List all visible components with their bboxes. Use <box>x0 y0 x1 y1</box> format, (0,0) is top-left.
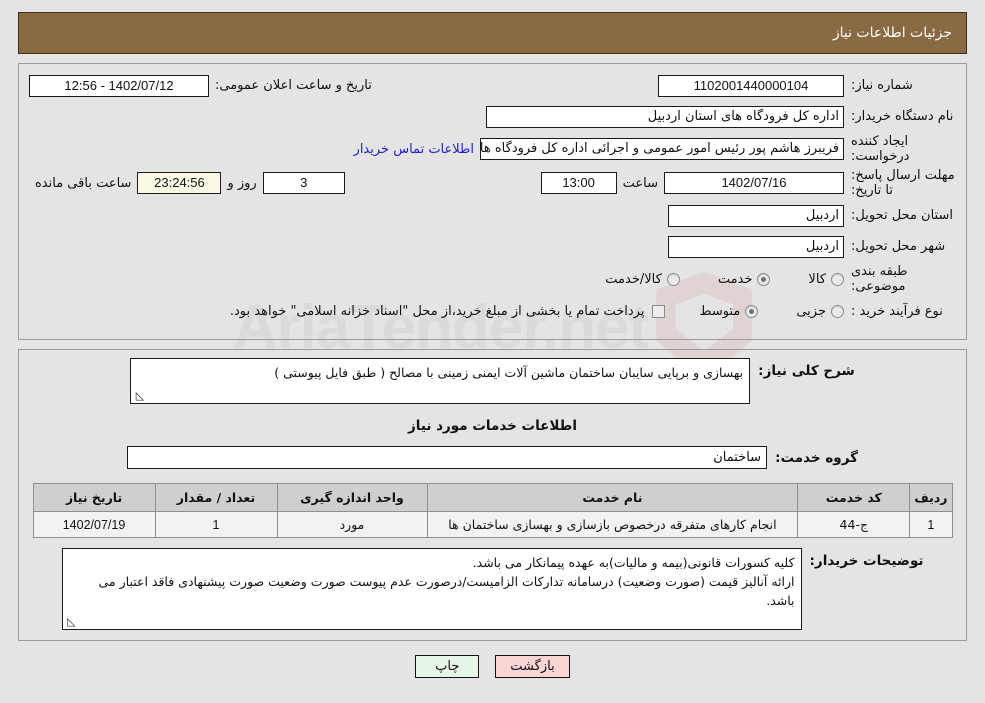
deadline-hour-label: ساعت <box>622 175 658 191</box>
process-option-motavaset[interactable]: متوسط <box>699 304 759 319</box>
resize-handle-icon[interactable]: ◺ <box>66 616 75 627</box>
row-province: استان محل تحویل: اردبیل <box>29 202 956 229</box>
row-process-type: نوع فرآیند خرید : جزیی متوسط پرداخت تمام… <box>29 298 956 325</box>
buyer-notes-line-2: ارائه آنالیز قیمت (صورت وضعیت) درسامانه … <box>98 574 795 608</box>
print-button[interactable]: چاپ <box>415 655 480 678</box>
treasury-checkbox-row[interactable]: پرداخت تمام یا بخشی از مبلغ خرید،از محل … <box>230 304 666 319</box>
buyer-notes-label: توضیحات خریدار: <box>809 553 924 569</box>
treasury-checkbox-icon[interactable] <box>652 305 666 318</box>
radio-icon[interactable] <box>666 272 680 286</box>
category-option-label: خدمت <box>717 271 753 287</box>
public-announce-value: 12:56 - 1402/07/12 <box>29 74 209 97</box>
category-radio-group: کالا خدمت کالا/خدمت <box>571 272 844 287</box>
buyer-org-label: نام دستگاه خریدار: <box>851 109 954 124</box>
col-header-date: تاریخ نیاز <box>32 483 156 512</box>
need-number-label: شماره نیاز: <box>851 78 913 93</box>
row-service-group: گروه خدمت: ساختمان <box>29 446 956 469</box>
category-option-kala-khedmat[interactable]: کالا/خدمت <box>605 272 680 287</box>
row-deadline: مهلت ارسال پاسخ: تا تاریخ: 1402/07/16 سا… <box>29 168 956 198</box>
treasury-checkbox-label: پرداخت تمام یا بخشی از مبلغ خرید،از محل … <box>229 304 645 319</box>
cell-need-date: 1402/07/19 <box>32 511 156 538</box>
back-button[interactable]: بازگشت <box>495 655 570 678</box>
col-header-quantity: تعداد / مقدار <box>154 483 278 512</box>
process-option-jozii[interactable]: جزیی <box>796 304 844 319</box>
page-header: جزئیات اطلاعات نیاز <box>18 12 967 54</box>
col-header-name: نام خدمت <box>426 483 799 512</box>
col-header-code: کد خدمت <box>797 483 911 512</box>
province-value: اردبیل <box>668 204 844 227</box>
category-option-khedmat[interactable]: خدمت <box>718 272 771 287</box>
service-group-value: ساختمان <box>127 446 768 469</box>
services-table: ردیف کد خدمت نام خدمت واحد اندازه گیری ت… <box>32 483 953 538</box>
footer-actions: بازگشت چاپ <box>0 655 985 678</box>
need-number-value: 1102001440000104 <box>658 74 844 97</box>
countdown-label: ساعت باقی مانده <box>35 175 132 191</box>
need-info-panel: شماره نیاز: 1102001440000104 تاریخ و ساع… <box>18 63 967 340</box>
col-header-radif: ردیف <box>909 483 953 512</box>
process-radio-group: جزیی متوسط <box>665 304 844 319</box>
service-group-label: گروه خدمت: <box>775 449 858 466</box>
deadline-hour-value: 13:00 <box>540 172 617 194</box>
deadline-date-value: 1402/07/16 <box>664 172 844 194</box>
countdown-timer: 23:24:56 <box>137 172 222 194</box>
row-city: شهر محل تحویل: اردبیل <box>29 233 956 260</box>
cell-radif: 1 <box>909 511 953 538</box>
category-label: طبقه بندی موضوعی: <box>851 264 908 294</box>
city-value: اردبیل <box>668 235 844 258</box>
process-type-label: نوع فرآیند خرید : <box>851 304 943 319</box>
cell-quantity: 1 <box>154 511 278 538</box>
process-option-label: جزیی <box>796 304 826 319</box>
creator-value: فریبرز هاشم پور رئیس امور عمومی و اجرائی… <box>480 138 844 160</box>
remaining-days-value: 3 <box>262 172 345 194</box>
row-buyer-org: نام دستگاه خریدار: اداره کل فرودگاه های … <box>29 103 956 130</box>
table-header-row: ردیف کد خدمت نام خدمت واحد اندازه گیری ت… <box>32 483 953 512</box>
row-general-description: شرح کلی نیاز: بهسازی و برپایی سایبان ساخ… <box>29 358 956 404</box>
cell-code: ج-44 <box>797 511 911 538</box>
general-description-textarea[interactable]: بهسازی و برپایی سایبان ساختمان ماشین آلا… <box>130 358 751 404</box>
cell-name: انجام کارهای متفرقه درخصوص بازسازی و بهس… <box>426 511 799 538</box>
general-description-value: بهسازی و برپایی سایبان ساختمان ماشین آلا… <box>274 365 744 380</box>
row-need-number: شماره نیاز: 1102001440000104 تاریخ و ساع… <box>29 72 956 99</box>
services-section-title: اطلاعات خدمات مورد نیاز <box>407 418 577 434</box>
general-description-label: شرح کلی نیاز: <box>758 363 855 379</box>
services-panel: شرح کلی نیاز: بهسازی و برپایی سایبان ساخ… <box>18 349 967 641</box>
buyer-notes-textarea[interactable]: کلیه کسورات قانونی(بیمه و مالیات)به عهده… <box>61 548 802 630</box>
row-creator: ایجاد کننده درخواست: فریبرز هاشم پور رئی… <box>29 134 956 164</box>
buyer-contact-link[interactable]: اطلاعات تماس خریدار <box>348 142 480 157</box>
category-option-label: کالا/خدمت <box>605 271 662 287</box>
public-announce-label: تاریخ و ساعت اعلان عمومی: <box>215 78 372 93</box>
radio-icon[interactable] <box>831 305 844 318</box>
process-option-label: متوسط <box>699 304 741 319</box>
deadline-label: مهلت ارسال پاسخ: تا تاریخ: <box>851 168 955 198</box>
row-buyer-notes: توضیحات خریدار: کلیه کسورات قانونی(بیمه … <box>29 548 956 630</box>
resize-handle-icon[interactable]: ◺ <box>134 390 144 401</box>
province-label: استان محل تحویل: <box>851 208 953 223</box>
radio-icon[interactable] <box>757 272 771 286</box>
col-header-unit: واحد اندازه گیری <box>276 483 428 512</box>
table-row: 1 ج-44 انجام کارهای متفرقه درخصوص بازساز… <box>32 511 953 538</box>
cell-unit: مورد <box>276 511 428 538</box>
buyer-org-value: اداره کل فرودگاه های استان اردبیل <box>486 105 844 128</box>
radio-icon[interactable] <box>745 305 759 318</box>
buyer-notes-line-1: کلیه کسورات قانونی(بیمه و مالیات)به عهده… <box>472 555 795 570</box>
city-label: شهر محل تحویل: <box>851 239 946 254</box>
remaining-days-label: روز و <box>227 175 257 191</box>
creator-label: ایجاد کننده درخواست: <box>851 134 910 164</box>
radio-icon[interactable] <box>831 272 844 286</box>
page-title: جزئیات اطلاعات نیاز <box>832 25 952 41</box>
category-option-kala[interactable]: کالا <box>808 272 844 287</box>
row-category: طبقه بندی موضوعی: کالا خدمت کالا/خدمت <box>29 264 956 294</box>
category-option-label: کالا <box>808 271 826 287</box>
